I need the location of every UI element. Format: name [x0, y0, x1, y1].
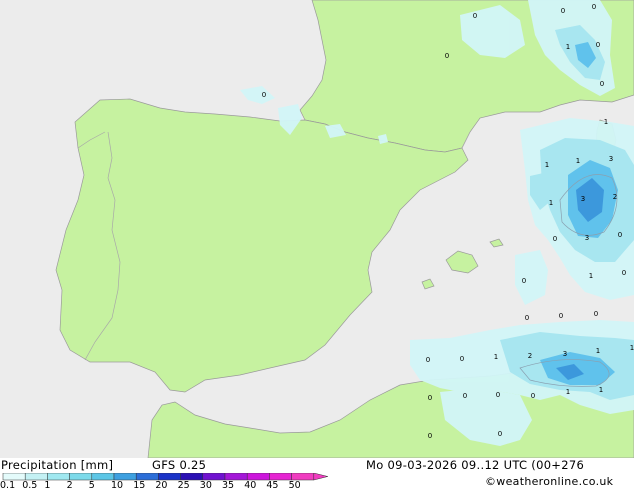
- legend-swatch: [269, 473, 292, 481]
- footer-model: GFS 0.25: [152, 458, 207, 472]
- precipitation-map: 0 0 0 1 0 0 0 0 1 1 3 1 3 2 1 3 0 0 0 1 0 0 0 0 0 1 2 3 1 1 0 0 0 0 1 1 0 0 0: [0, 0, 634, 458]
- legend-tick-label: 50: [288, 480, 301, 491]
- map-value-label: 0: [618, 231, 622, 239]
- map-value-label: 2: [613, 193, 617, 201]
- footer-bar: Precipitation [mm] GFS 0.25 Mo 09-03-202…: [0, 458, 634, 491]
- legend-tick-label: 5: [88, 480, 95, 491]
- map-value-label: 3: [563, 350, 567, 358]
- map-value-label: 1: [599, 386, 603, 394]
- legend-swatch: [69, 473, 93, 481]
- map-value-label: 3: [585, 234, 589, 242]
- legend-swatch: [113, 473, 137, 481]
- map-value-label: 0: [498, 430, 502, 438]
- map-value-label: 0: [460, 355, 464, 363]
- map-value-label: 3: [609, 155, 613, 163]
- legend-tick-label: 0.1: [0, 480, 16, 491]
- map-value-label: 0: [559, 312, 563, 320]
- map-value-label: 0: [622, 269, 626, 277]
- map-value-label: 1: [494, 353, 498, 361]
- legend-tick-label: 0.5: [22, 480, 38, 491]
- map-value-label: 1: [604, 118, 608, 126]
- legend-tick-label: 35: [222, 480, 235, 491]
- legend-swatch: [158, 473, 181, 481]
- map-value-label: 0: [594, 310, 598, 318]
- map-value-label: 2: [528, 352, 532, 360]
- map-value-label: 1: [545, 161, 549, 169]
- map-value-label: 0: [600, 80, 604, 88]
- legend-tick-label: 30: [199, 480, 212, 491]
- map-value-label: 0: [561, 7, 565, 15]
- legend-tick-label: 15: [133, 480, 146, 491]
- legend-tick-label: 2: [66, 480, 73, 491]
- map-value-label: 1: [630, 344, 634, 352]
- map-value-label: 0: [428, 394, 432, 402]
- map-value-label: 0: [522, 277, 526, 285]
- legend-swatch: [2, 473, 26, 481]
- map-value-label: 3: [581, 195, 585, 203]
- legend-arrow: [313, 473, 328, 481]
- legend-tick-label: 20: [155, 480, 168, 491]
- map-value-label: 0: [553, 235, 557, 243]
- legend-swatch: [91, 473, 115, 481]
- legend-tick-label: 25: [177, 480, 190, 491]
- map-value-label: 0: [596, 41, 600, 49]
- map-value-label: 0: [473, 12, 477, 20]
- map-value-label: 0: [592, 3, 596, 11]
- map-value-label: 0: [262, 91, 266, 99]
- map-value-label: 0: [525, 314, 529, 322]
- map-value-label: 1: [549, 199, 553, 207]
- legend-tick-label: 10: [111, 480, 124, 491]
- legend-tick-label: 40: [244, 480, 257, 491]
- map-value-label: 0: [463, 392, 467, 400]
- legend-swatch: [224, 473, 248, 481]
- map-value-label: 1: [566, 43, 570, 51]
- legend-swatch: [180, 473, 204, 481]
- legend-swatch: [135, 473, 159, 481]
- map-value-label: 0: [426, 356, 430, 364]
- footer-credit: ©weatheronline.co.uk: [485, 475, 614, 488]
- legend-swatch: [24, 473, 48, 481]
- map-value-label: 0: [428, 432, 432, 440]
- legend-swatch: [291, 473, 315, 481]
- map-value-label: 1: [596, 347, 600, 355]
- legend-tick-label: 45: [266, 480, 279, 491]
- legend-swatch: [202, 473, 226, 481]
- map-value-label: 0: [531, 392, 535, 400]
- map-value-label: 0: [496, 391, 500, 399]
- map-value-label: 0: [445, 52, 449, 60]
- legend-tick-label: 1: [44, 480, 51, 491]
- legend-swatch: [47, 473, 70, 481]
- map-value-label: 1: [589, 272, 593, 280]
- footer-datetime: Mo 09-03-2026 09..12 UTC (00+276: [366, 458, 585, 472]
- map-value-label: 1: [566, 388, 570, 396]
- footer-title: Precipitation [mm]: [1, 458, 114, 472]
- legend-swatch: [246, 473, 270, 481]
- map-value-label: 1: [576, 157, 580, 165]
